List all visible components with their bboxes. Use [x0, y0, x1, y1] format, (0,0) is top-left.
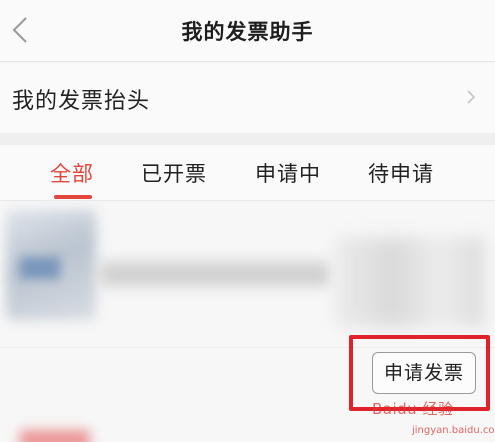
chevron-right-icon: [467, 90, 476, 104]
tab-all[interactable]: 全部: [50, 158, 94, 188]
tab-issued[interactable]: 已开票: [141, 158, 207, 188]
invoice-header-label: 我的发票抬头: [12, 89, 151, 114]
tab-applying[interactable]: 申请中: [255, 158, 321, 188]
page-title: 我的发票助手: [181, 20, 314, 44]
next-item-blurred: [20, 430, 90, 442]
tab-bar: 全部 已开票 申请中 待申请: [0, 145, 495, 201]
tab-pending[interactable]: 待申请: [368, 158, 434, 188]
nav-bar: 我的发票助手: [0, 0, 495, 62]
watermark-logo: Baidu 经验: [372, 400, 454, 418]
product-thumbnail-detail: [20, 257, 60, 279]
product-title-blurred: [100, 262, 330, 286]
watermark-url: jingyan.baidu.com: [412, 425, 495, 436]
section-gap: [0, 133, 495, 145]
active-tab-indicator: [54, 195, 92, 199]
invoice-header-row[interactable]: 我的发票抬头: [0, 63, 495, 133]
product-price-blurred: [335, 237, 485, 327]
apply-invoice-button[interactable]: 申请发票: [372, 352, 476, 394]
